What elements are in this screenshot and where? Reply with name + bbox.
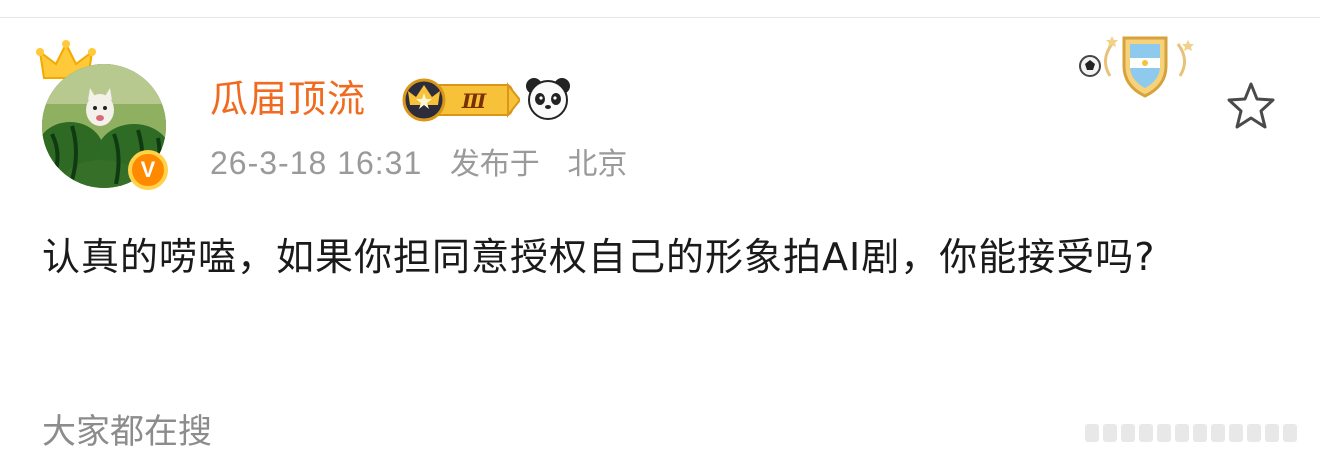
level-badge[interactable]: Ⅲ [400, 75, 520, 123]
post-body: 认真的唠嗑，如果你担同意授权自己的形象拍AI剧，你能接受吗? [42, 235, 1156, 279]
verified-badge: V [128, 150, 168, 190]
top-divider [0, 17, 1320, 18]
panda-icon [526, 78, 570, 120]
star-outline-icon[interactable] [1224, 80, 1278, 132]
post-meta: 26-3-18 16:31 发布于 北京 [210, 144, 645, 184]
avatar-block[interactable]: V [36, 38, 176, 193]
post-timestamp: 26-3-18 16:31 [210, 145, 423, 181]
shield-medal-icon [1079, 36, 1194, 98]
level-text: Ⅲ [461, 89, 487, 113]
post-location: 北京 [567, 147, 628, 182]
published-label: 发布于 [449, 147, 540, 182]
trending-search-label[interactable]: 大家都在搜 [42, 410, 212, 454]
username[interactable]: 瓜届顶流 [210, 76, 366, 122]
blurred-trending-placeholder [1085, 424, 1297, 442]
weibo-post-card: V 瓜届顶流 Ⅲ 26-3-18 16:31 发布于 北京 认真的唠嗑，如果你担… [0, 0, 1320, 463]
